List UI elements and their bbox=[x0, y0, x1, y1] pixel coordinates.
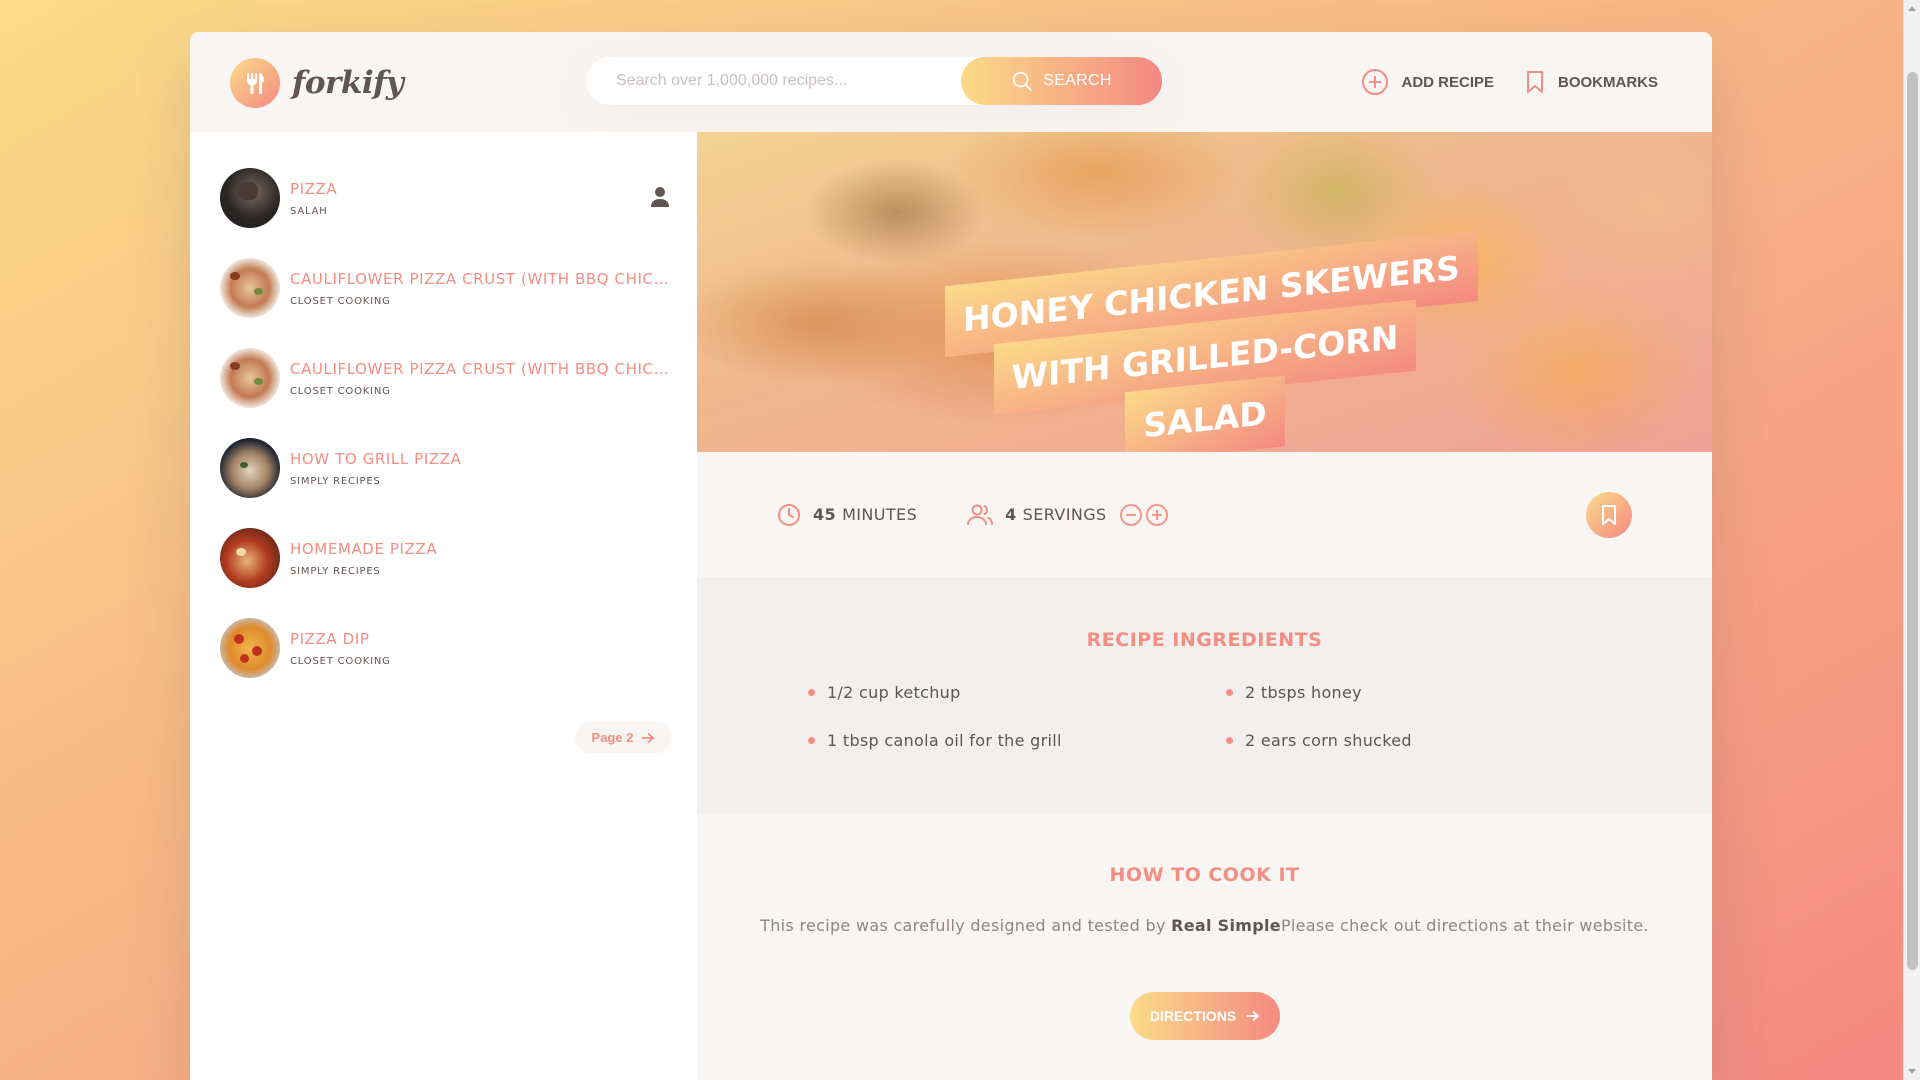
result-title: CAULIFLOWER PIZZA CRUST (WITH BBQ CHICKE… bbox=[290, 269, 670, 288]
result-publisher: CLOSET COOKING bbox=[290, 295, 391, 307]
ingredient-item: 1/2 cup ketchup bbox=[808, 683, 1226, 702]
clock-icon bbox=[778, 503, 800, 526]
arrow-right-icon bbox=[642, 732, 655, 743]
result-item[interactable]: HOW TO GRILL PIZZA SIMPLY RECIPES bbox=[220, 438, 670, 498]
minutes-label: MINUTES bbox=[842, 505, 918, 524]
bookmark-icon bbox=[1527, 71, 1543, 93]
result-item[interactable]: HOMEMADE PIZZA SIMPLY RECIPES bbox=[220, 528, 670, 588]
bullet-icon bbox=[808, 689, 815, 696]
search-input[interactable] bbox=[616, 72, 986, 90]
result-item[interactable]: CAULIFLOWER PIZZA CRUST (WITH BBQ CHICKE… bbox=[220, 258, 670, 318]
scroll-up-icon[interactable] bbox=[1908, 6, 1916, 11]
ingredient-text: 1/2 cup ketchup bbox=[827, 683, 961, 702]
result-title: HOW TO GRILL PIZZA bbox=[290, 449, 462, 468]
ingredients-section: RECIPE INGREDIENTS 1/2 cup ketchup 2 tbs… bbox=[697, 577, 1712, 814]
result-thumbnail bbox=[220, 618, 280, 678]
result-title: PIZZA DIP bbox=[290, 629, 370, 648]
users-icon bbox=[967, 504, 994, 525]
directions-section: HOW TO COOK IT This recipe was carefully… bbox=[697, 814, 1712, 1080]
result-title: CAULIFLOWER PIZZA CRUST (WITH BBQ CHICKE… bbox=[290, 359, 670, 378]
fork-knife-icon bbox=[230, 58, 280, 108]
bookmark-icon bbox=[1602, 505, 1616, 525]
ingredient-item: 1 tbsp canola oil for the grill bbox=[808, 731, 1226, 750]
servings-label: SERVINGS bbox=[1022, 505, 1107, 524]
scroll-down-icon[interactable] bbox=[1908, 1069, 1916, 1074]
cooking-time: 45 MINUTES bbox=[777, 503, 917, 527]
result-item[interactable]: CAULIFLOWER PIZZA CRUST (WITH BBQ CHICKE… bbox=[220, 348, 670, 408]
directions-heading: HOW TO COOK IT bbox=[1109, 864, 1300, 886]
ingredient-text: 2 tbsps honey bbox=[1245, 683, 1362, 702]
search-results: PIZZA SALAH CAULIFLOWER PIZZA CRUST (WIT… bbox=[190, 132, 697, 1080]
result-thumbnail bbox=[220, 528, 280, 588]
servings-value: 4 bbox=[1005, 505, 1017, 524]
ingredients-heading: RECIPE INGREDIENTS bbox=[1086, 629, 1323, 651]
directions-text-after: Please check out directions at their web… bbox=[1280, 916, 1649, 935]
plus-circle-icon bbox=[1362, 69, 1389, 95]
nav: ADD RECIPE BOOKMARKS bbox=[1331, 62, 1658, 102]
plus-circle-icon[interactable] bbox=[1145, 503, 1169, 527]
directions-button[interactable]: DIRECTIONS bbox=[1130, 992, 1280, 1040]
recipe-image: HONEY CHICKEN SKEWERS WITH GRILLED-CORN … bbox=[697, 132, 1712, 452]
ingredient-text: 2 ears corn shucked bbox=[1245, 731, 1412, 750]
arrow-right-icon bbox=[1247, 1010, 1260, 1022]
logo[interactable]: forkify bbox=[230, 58, 404, 108]
bookmark-recipe-button[interactable] bbox=[1586, 492, 1632, 538]
result-thumbnail bbox=[220, 438, 280, 498]
directions-text: This recipe was carefully designed and t… bbox=[697, 916, 1712, 935]
ingredient-item: 2 ears corn shucked bbox=[1226, 731, 1626, 750]
directions-text-before: This recipe was carefully designed and t… bbox=[760, 916, 1172, 935]
result-publisher: SALAH bbox=[290, 205, 328, 217]
scrollbar-thumb[interactable] bbox=[1907, 72, 1918, 970]
result-publisher: SIMPLY RECIPES bbox=[290, 565, 381, 577]
header: forkify SEARCH ADD RECIPE BOOKMARKS bbox=[190, 32, 1712, 132]
result-title: HOMEMADE PIZZA bbox=[290, 539, 438, 558]
app-container: forkify SEARCH ADD RECIPE BOOKMARKS bbox=[190, 32, 1712, 1080]
search-form: SEARCH bbox=[586, 57, 1162, 105]
next-page-label: Page 2 bbox=[591, 730, 634, 745]
search-button[interactable]: SEARCH bbox=[961, 57, 1162, 105]
bullet-icon bbox=[1226, 689, 1233, 696]
minutes-value: 45 bbox=[813, 505, 837, 524]
ingredient-text: 1 tbsp canola oil for the grill bbox=[827, 731, 1062, 750]
directions-publisher: Real Simple bbox=[1171, 916, 1281, 935]
search-button-label: SEARCH bbox=[1043, 72, 1112, 89]
ingredient-item: 2 tbsps honey bbox=[1226, 683, 1626, 702]
result-item[interactable]: PIZZA DIP CLOSET COOKING bbox=[220, 618, 670, 678]
result-publisher: CLOSET COOKING bbox=[290, 655, 391, 667]
result-thumbnail bbox=[220, 258, 280, 318]
bullet-icon bbox=[808, 737, 815, 744]
add-recipe-label: ADD RECIPE bbox=[1401, 73, 1494, 91]
result-thumbnail bbox=[220, 348, 280, 408]
bookmarks-button[interactable]: BOOKMARKS bbox=[1524, 62, 1658, 102]
servings: 4 SERVINGS bbox=[967, 503, 1168, 527]
search-icon bbox=[1013, 71, 1032, 91]
bullet-icon bbox=[1226, 737, 1233, 744]
directions-button-label: DIRECTIONS bbox=[1149, 1008, 1237, 1024]
result-publisher: CLOSET COOKING bbox=[290, 385, 391, 397]
page-scrollbar[interactable] bbox=[1903, 0, 1920, 1080]
recipe-details: 45 MINUTES 4 SERVINGS bbox=[697, 452, 1712, 577]
next-page-button[interactable]: Page 2 bbox=[575, 722, 672, 753]
add-recipe-button[interactable]: ADD RECIPE bbox=[1361, 62, 1494, 102]
bookmarks-label: BOOKMARKS bbox=[1558, 73, 1658, 91]
result-thumbnail bbox=[220, 168, 280, 228]
result-publisher: SIMPLY RECIPES bbox=[290, 475, 381, 487]
recipe: HONEY CHICKEN SKEWERS WITH GRILLED-CORN … bbox=[697, 132, 1712, 1080]
result-title: PIZZA bbox=[290, 179, 338, 198]
logo-text: forkify bbox=[292, 65, 404, 101]
ingredients-list: 1/2 cup ketchup 2 tbsps honey 1 tbsp can… bbox=[808, 683, 1628, 750]
minus-circle-icon[interactable] bbox=[1119, 503, 1143, 527]
user-icon bbox=[651, 187, 669, 207]
result-item[interactable]: PIZZA SALAH bbox=[220, 168, 670, 228]
